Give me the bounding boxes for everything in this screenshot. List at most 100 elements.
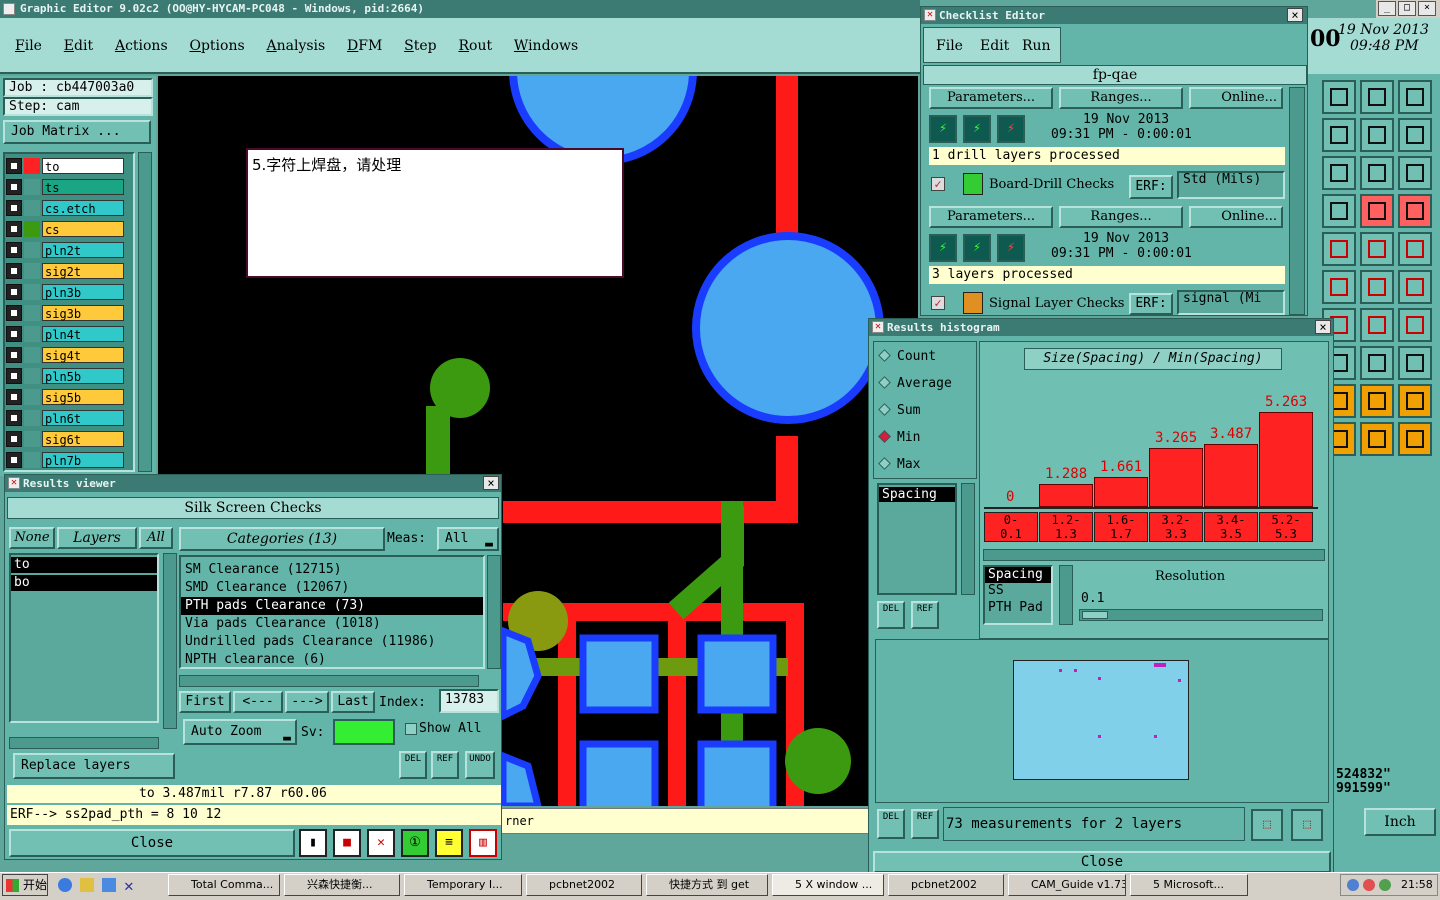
- taskbar-item[interactable]: CAM_Guide v1.73: [1008, 874, 1126, 896]
- layer-row[interactable]: sig6t: [6, 431, 124, 447]
- taskbar-item[interactable]: Temporary I...: [404, 874, 522, 896]
- board-overview[interactable]: [1013, 660, 1189, 780]
- histogram-close-bottom-button[interactable]: Close: [873, 851, 1331, 873]
- highlight-icon[interactable]: ▮: [299, 829, 327, 857]
- layer-row[interactable]: cs: [6, 221, 124, 237]
- layer-row[interactable]: pln2t: [6, 242, 124, 258]
- layer-row[interactable]: ts: [6, 179, 124, 195]
- x-icon[interactable]: ✕: [124, 876, 134, 895]
- layer-list-hscroll[interactable]: [9, 737, 159, 749]
- rotate-icon[interactable]: [1360, 308, 1394, 342]
- layers-icon[interactable]: [1360, 194, 1394, 228]
- layer-checkbox[interactable]: [6, 305, 22, 321]
- run-icon[interactable]: ⚡: [963, 115, 991, 143]
- auto-zoom-select[interactable]: Auto Zoom ▬: [183, 719, 297, 745]
- layer-row[interactable]: pln4t: [6, 326, 124, 342]
- shape-icon[interactable]: [1398, 346, 1432, 380]
- first-button[interactable]: First: [179, 691, 231, 713]
- attr-list[interactable]: Spacing SS PTH Pad: [983, 565, 1053, 625]
- menu-dfm[interactable]: DFM: [347, 38, 382, 54]
- overview-ref-button[interactable]: REF: [911, 809, 939, 839]
- bin-label[interactable]: 5.2- 5.3: [1259, 512, 1313, 542]
- check2-erf-field[interactable]: signal (Mi: [1177, 290, 1285, 315]
- bin-label[interactable]: 3.2- 3.3: [1149, 512, 1203, 542]
- bin-label[interactable]: 0- 0.1: [984, 512, 1038, 542]
- checklist-menu-file[interactable]: File: [936, 38, 963, 54]
- menu-analysis[interactable]: Analysis: [266, 38, 325, 54]
- checklist-menu-edit[interactable]: Edit: [980, 38, 1009, 54]
- mode-average[interactable]: Average: [878, 376, 952, 391]
- move-icon[interactable]: [1322, 156, 1356, 190]
- checklist-menu-run[interactable]: Run: [1022, 38, 1051, 54]
- bin-label[interactable]: 1.6- 1.7: [1094, 512, 1148, 542]
- minimize-icon[interactable]: _: [1378, 1, 1396, 16]
- categories-list[interactable]: SM Clearance (12715) SMD Clearance (12067…: [179, 555, 485, 669]
- taskbar-item[interactable]: pcbnet2002: [526, 874, 642, 896]
- run-icon[interactable]: ⚡: [929, 115, 957, 143]
- exclude-icon[interactable]: ✕: [367, 829, 395, 857]
- run-icon[interactable]: ⚡: [997, 115, 1025, 143]
- layer-checkbox[interactable]: [6, 326, 22, 342]
- measure-list[interactable]: Spacing: [877, 483, 957, 595]
- layer-row[interactable]: pln6t: [6, 410, 124, 426]
- window-icon[interactable]: [1398, 80, 1432, 114]
- checklist-scrollbar[interactable]: [1289, 87, 1305, 315]
- hist-ref-button[interactable]: REF: [911, 601, 939, 629]
- tray-icon[interactable]: [1363, 879, 1375, 891]
- histogram-bar[interactable]: [1259, 412, 1313, 507]
- list-item[interactable]: bo: [11, 575, 157, 591]
- tray-icon[interactable]: [1379, 879, 1391, 891]
- ranges-button-2[interactable]: Ranges...: [1059, 206, 1183, 228]
- histogram-bar[interactable]: [1149, 448, 1203, 507]
- check1-erf-field[interactable]: Std (Mils): [1177, 171, 1285, 199]
- report-icon[interactable]: ≡: [435, 829, 463, 857]
- menu-options[interactable]: Options: [189, 38, 244, 54]
- replace-layers-button[interactable]: Replace layers: [13, 753, 175, 779]
- meas-select[interactable]: All ▬: [437, 527, 499, 551]
- layer-checkbox[interactable]: [6, 158, 22, 174]
- results-viewer-close-button[interactable]: ×: [483, 476, 499, 490]
- pad-icon[interactable]: [1398, 384, 1432, 418]
- mode-min[interactable]: Min: [878, 430, 920, 445]
- menu-step[interactable]: Step: [404, 38, 436, 54]
- step-icon[interactable]: ①: [401, 829, 429, 857]
- checklist-close-button[interactable]: ×: [1287, 8, 1303, 22]
- layer-row[interactable]: sig2t: [6, 263, 124, 279]
- circle-icon[interactable]: [1398, 232, 1432, 266]
- attr-list-scroll[interactable]: [1059, 565, 1073, 625]
- parameters-button-2[interactable]: Parameters...: [929, 206, 1053, 228]
- resolution-slider[interactable]: [1079, 609, 1323, 621]
- layer-row[interactable]: pln5b: [6, 368, 124, 384]
- category-item[interactable]: NPTH clearance (6): [181, 651, 483, 667]
- line-icon[interactable]: [1360, 270, 1394, 304]
- layer-row[interactable]: sig4t: [6, 347, 124, 363]
- layer-list-vscroll[interactable]: [163, 553, 177, 729]
- layer-checkbox[interactable]: [6, 368, 22, 384]
- line-icon[interactable]: [1398, 270, 1432, 304]
- histogram-icon[interactable]: ▥: [469, 829, 497, 857]
- ie-icon[interactable]: [58, 878, 72, 892]
- histogram-titlebar[interactable]: ✕ Results histogram: [869, 319, 1333, 336]
- list-item[interactable]: Spacing: [985, 567, 1051, 583]
- main-titlebar[interactable]: Graphic Editor 9.02c2 (OO@HY-HYCAM-PC048…: [0, 0, 920, 18]
- layer-checkbox[interactable]: [6, 347, 22, 363]
- zoom-icon[interactable]: ■: [333, 829, 361, 857]
- grid-icon[interactable]: [1322, 194, 1356, 228]
- histogram-close-button[interactable]: ×: [1315, 320, 1331, 334]
- units-button[interactable]: Inch: [1364, 808, 1436, 836]
- draw-icon[interactable]: [1322, 232, 1356, 266]
- parameters-button-1[interactable]: Parameters...: [929, 87, 1053, 109]
- index-field[interactable]: 13783: [439, 689, 499, 713]
- run-icon[interactable]: ⚡: [963, 234, 991, 262]
- check1-checkbox[interactable]: ✓: [931, 177, 945, 191]
- prev-button[interactable]: <---: [233, 691, 283, 713]
- menu-rout[interactable]: Rout: [458, 38, 492, 54]
- layer-checkbox[interactable]: [6, 242, 22, 258]
- layer-checkbox[interactable]: [6, 263, 22, 279]
- layer-checkbox[interactable]: [6, 431, 22, 447]
- arrow-icon[interactable]: [1360, 118, 1394, 152]
- sv-select[interactable]: [333, 719, 395, 745]
- split-icon[interactable]: [1322, 118, 1356, 152]
- house-icon[interactable]: [1360, 80, 1394, 114]
- histogram-bar[interactable]: [1039, 484, 1093, 507]
